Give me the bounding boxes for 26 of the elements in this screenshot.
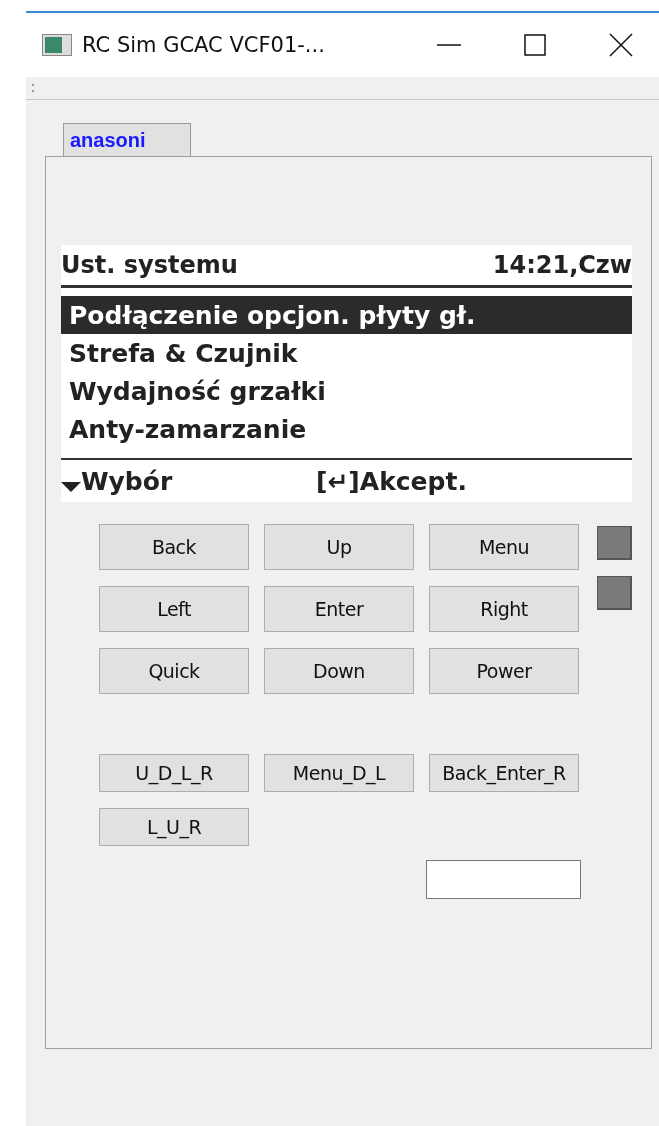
display-clock: 14:21,Czw bbox=[492, 251, 632, 279]
app-icon bbox=[42, 34, 72, 56]
remote-button[interactable]: Left bbox=[99, 586, 249, 632]
combo-button[interactable]: Back_Enter_R bbox=[429, 754, 579, 792]
remote-button[interactable]: Right bbox=[429, 586, 579, 632]
close-icon[interactable] bbox=[609, 33, 633, 57]
remote-button[interactable]: Menu bbox=[429, 524, 579, 570]
accept-hint: [↵]Akcept. bbox=[316, 466, 467, 496]
grip-icon bbox=[32, 83, 35, 93]
down-arrow-icon bbox=[61, 481, 81, 492]
maximize-icon[interactable] bbox=[524, 34, 546, 56]
display-title: Ust. systemu bbox=[61, 251, 238, 279]
remote-button[interactable]: Enter bbox=[264, 586, 414, 632]
input-field[interactable] bbox=[426, 860, 581, 899]
window-title: RC Sim GCAC VCF01-... bbox=[82, 33, 326, 57]
select-hint: Wybór bbox=[81, 466, 173, 496]
remote-button[interactable]: Back bbox=[99, 524, 249, 570]
remote-button[interactable]: Quick bbox=[99, 648, 249, 694]
remote-button[interactable]: Down bbox=[264, 648, 414, 694]
combo-button[interactable]: U_D_L_R bbox=[99, 754, 249, 792]
combo-button[interactable]: Menu_D_L bbox=[264, 754, 414, 792]
combo-button[interactable]: L_U_R bbox=[99, 808, 249, 846]
menu-item[interactable]: Podłączenie opcjon. płyty gł. bbox=[61, 296, 632, 334]
remote-button[interactable]: Up bbox=[264, 524, 414, 570]
tab[interactable]: anasoni bbox=[63, 123, 191, 157]
remote-button[interactable]: Power bbox=[429, 648, 579, 694]
